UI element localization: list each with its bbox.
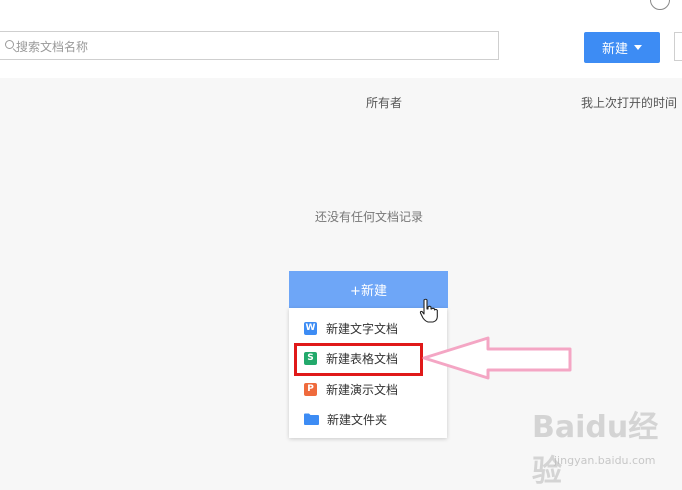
view-toggle-button[interactable] xyxy=(674,32,682,61)
watermark-url: jingyan.baidu.com xyxy=(554,454,656,467)
watermark-brand: Baidu经验 xyxy=(532,410,659,489)
search-icon xyxy=(5,40,14,49)
new-dropdown-button[interactable]: 新建 xyxy=(584,32,660,63)
new-dropdown-label: 新建 xyxy=(601,42,628,57)
column-header-last-opened[interactable]: 我上次打开的时间 xyxy=(581,94,677,111)
pointer-arrow-icon xyxy=(422,336,572,380)
column-header-owner[interactable]: 所有者 xyxy=(366,94,402,111)
create-new-label: +新建 xyxy=(350,284,387,299)
folder-icon xyxy=(304,413,319,425)
empty-state-message: 还没有任何文档记录 xyxy=(314,210,423,224)
watermark: Baidu经验 jingyan.baidu.com xyxy=(532,402,682,489)
hand-cursor-icon xyxy=(419,298,438,323)
search-box[interactable] xyxy=(0,31,499,61)
word-doc-icon: W xyxy=(304,321,317,335)
menu-item-label: 新建文件夹 xyxy=(327,412,388,427)
window-control-icon[interactable] xyxy=(650,0,670,10)
highlight-box xyxy=(294,343,423,376)
presentation-icon: P xyxy=(304,382,317,396)
caret-down-icon xyxy=(634,45,642,50)
menu-item-new-folder[interactable]: 新建文件夹 xyxy=(289,404,447,434)
search-input[interactable] xyxy=(14,32,488,61)
menu-item-label: 新建演示文档 xyxy=(326,382,399,397)
top-bar: 新建 xyxy=(0,0,682,78)
menu-item-label: 新建文字文档 xyxy=(326,321,399,336)
